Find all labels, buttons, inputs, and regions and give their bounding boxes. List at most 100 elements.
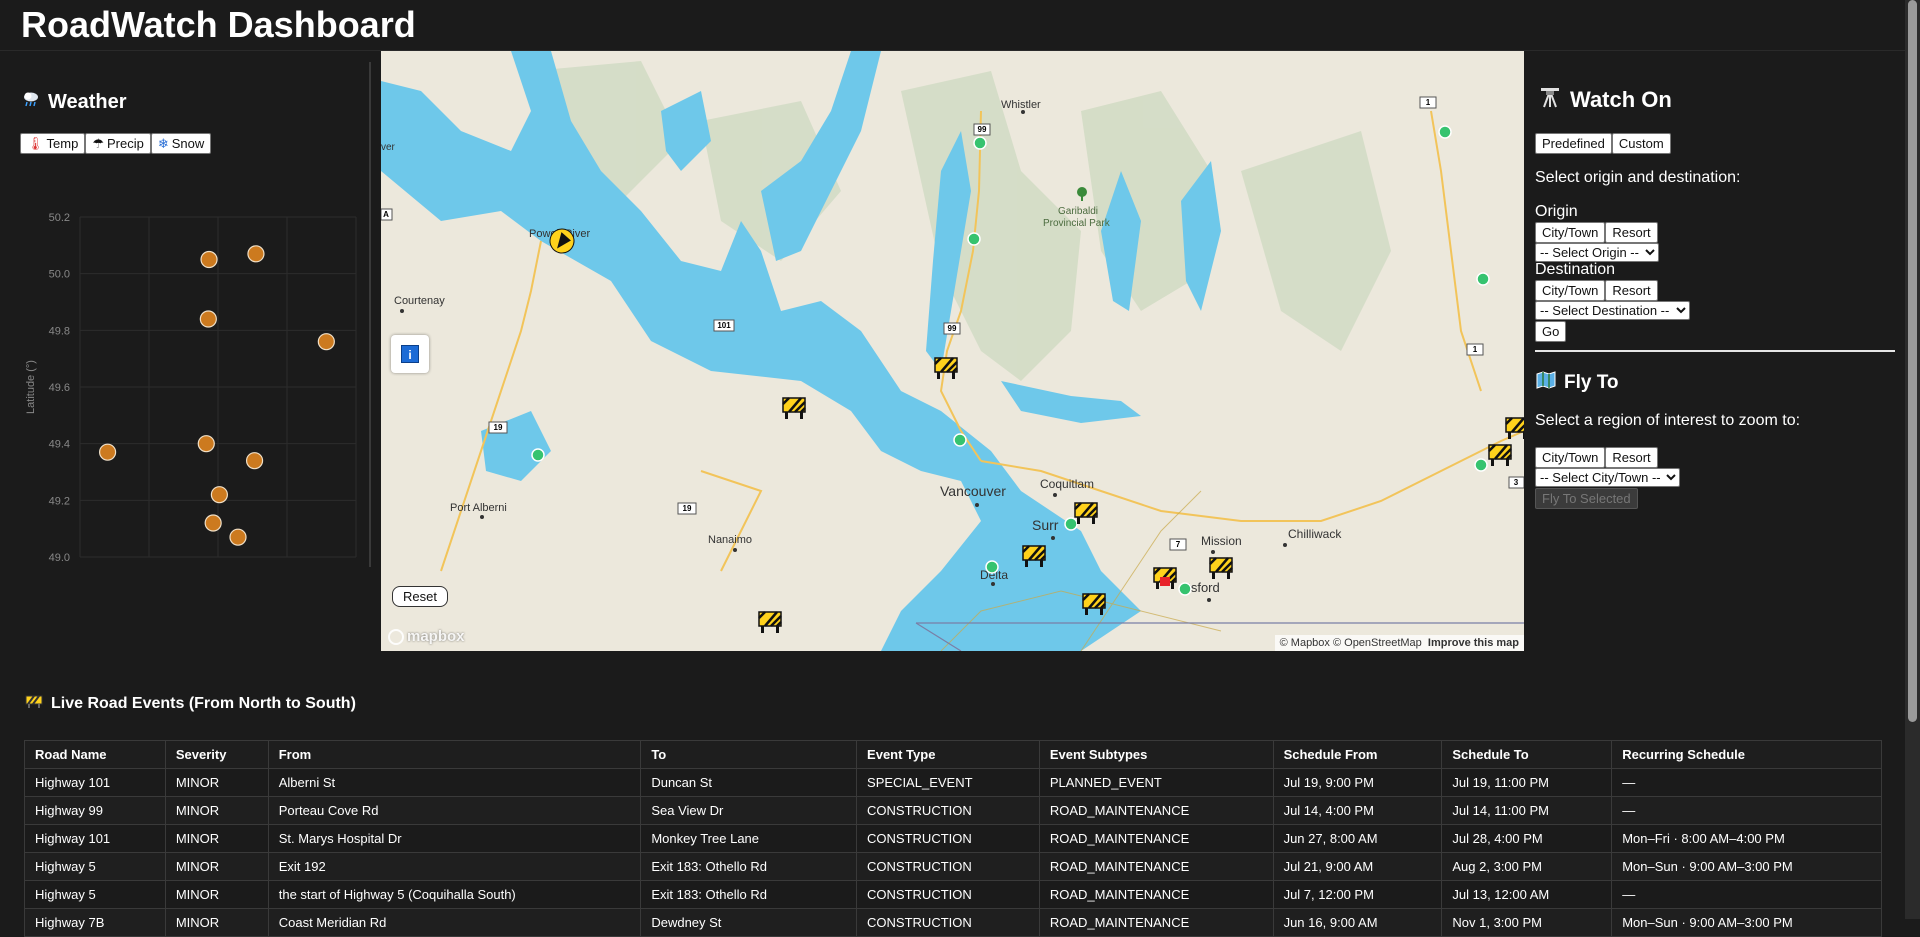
weather-station-point[interactable] — [210, 486, 228, 504]
map[interactable]: Whistler Garibaldi Provincial Park Powel… — [381, 51, 1524, 651]
table-cell: MINOR — [164, 908, 269, 937]
construction-sign-icon — [25, 693, 43, 714]
table-cell: MINOR — [164, 824, 269, 853]
weather-station-point[interactable] — [229, 528, 247, 546]
webcam-marker[interactable] — [1474, 458, 1488, 472]
webcam-marker[interactable] — [1476, 272, 1490, 286]
webcam-marker[interactable] — [1064, 517, 1078, 531]
webcam-marker[interactable] — [1438, 125, 1452, 139]
shield-edge: A — [381, 208, 393, 221]
fly-to-selected-button[interactable]: Fly To Selected — [1535, 488, 1638, 509]
table-cell: Jul 14, 11:00 PM — [1441, 796, 1613, 825]
table-cell: Coast Meridian Rd — [267, 908, 642, 937]
svg-text:3: 3 — [1514, 478, 1519, 487]
origin-resort-button[interactable]: Resort — [1605, 222, 1658, 243]
table-row: Highway 101 MINOR Alberni St Duncan St SPECI… — [24, 768, 1882, 797]
place-port-alberni: Port Alberni — [450, 502, 507, 514]
weather-station-point[interactable] — [245, 452, 264, 470]
origin-city-button[interactable]: City/Town — [1535, 222, 1606, 243]
destination-label: Destination — [1535, 261, 1616, 278]
weather-station-point[interactable] — [200, 250, 218, 269]
fly-type-buttons: City/Town Resort — [1535, 447, 1658, 468]
weather-scatter-chart: -125 -124 -123 -122 -121 49.0 49.2 49.4 49.6 49.8… — [25, 212, 365, 567]
table-cell: Jul 28, 4:00 PM — [1441, 824, 1613, 853]
table-cell: Highway 99 — [24, 796, 166, 825]
place-garibaldi: Garibaldi — [1058, 206, 1098, 217]
destination-city-button[interactable]: City/Town — [1535, 280, 1606, 301]
shield-3: 3 — [1508, 476, 1524, 489]
x-tick-label: -121 — [345, 566, 365, 567]
y-tick-label: 50.2 — [49, 212, 70, 224]
map-canvas[interactable]: Whistler Garibaldi Provincial Park Powel… — [381, 51, 1524, 651]
go-button[interactable]: Go — [1535, 321, 1567, 342]
table-cell: Jul 21, 9:00 AM — [1272, 852, 1443, 881]
weather-station-point[interactable] — [317, 333, 335, 351]
incident-marker[interactable] — [1152, 566, 1178, 591]
map-icon — [1536, 370, 1556, 396]
column-header: Event Type — [856, 740, 1040, 769]
place-mission: Mission — [1201, 534, 1242, 548]
weather-station-point[interactable] — [199, 310, 217, 328]
destination-type-buttons: City/Town Resort — [1535, 280, 1658, 301]
table-cell: PLANNED_EVENT — [1038, 768, 1274, 797]
improve-map-link[interactable]: Improve this map — [1428, 637, 1519, 649]
webcam-marker[interactable] — [973, 136, 987, 150]
webcam-marker[interactable] — [985, 560, 999, 574]
column-header: Schedule From — [1272, 740, 1443, 769]
webcam-marker[interactable] — [1178, 582, 1192, 596]
shield-19-b: 19 — [677, 502, 697, 515]
column-header: Recurring Schedule — [1611, 740, 1882, 769]
umbrella-icon: ☂ — [92, 136, 104, 151]
webcam-marker[interactable] — [531, 448, 545, 462]
weather-station-point[interactable] — [204, 514, 222, 532]
shield-99-north: 99 — [973, 123, 991, 136]
weather-panel: Weather 🌡Temp ☂Precip ❄Snow -125 -124 -123… — [0, 52, 372, 567]
fly-select[interactable]: -- Select City/Town -- — [1535, 468, 1680, 487]
destination-resort-button[interactable]: Resort — [1605, 280, 1658, 301]
weather-station-point[interactable] — [98, 443, 117, 461]
fly-city-button[interactable]: City/Town — [1535, 447, 1606, 468]
webcam-marker[interactable] — [953, 433, 967, 447]
fly-resort-button[interactable]: Resort — [1605, 447, 1658, 468]
scrollbar-thumb[interactable] — [1908, 0, 1917, 722]
table-cell: Jun 16, 9:00 AM — [1272, 908, 1443, 937]
svg-text:99: 99 — [948, 324, 957, 333]
column-header: Schedule To — [1441, 740, 1613, 769]
place-whistler: Whistler — [1001, 99, 1041, 111]
weather-title-text: Weather — [48, 90, 127, 113]
tab-temp[interactable]: 🌡 Temp — [20, 133, 86, 154]
table-cell: MINOR — [164, 880, 269, 909]
x-tick-label: -125 — [69, 566, 91, 567]
map-reset-button[interactable]: Reset — [392, 586, 448, 607]
table-cell: — — [1611, 768, 1882, 797]
destination-select[interactable]: -- Select Destination -- — [1535, 301, 1690, 320]
place-surrey: Surr — [1032, 517, 1059, 533]
thermometer-icon: 🌡 — [27, 136, 44, 151]
panel-divider — [369, 62, 371, 567]
column-header: From — [267, 740, 642, 769]
y-tick-label: 49.4 — [49, 439, 70, 451]
place-garibaldi-park: Provincial Park — [1043, 218, 1111, 229]
predefined-button[interactable]: Predefined — [1535, 133, 1612, 154]
tab-precip[interactable]: ☂ Precip — [85, 133, 151, 154]
map-info-button[interactable]: i — [391, 335, 429, 373]
page-scrollbar[interactable] — [1905, 0, 1920, 919]
weather-tabs: 🌡 Temp ☂ Precip ❄ Snow — [20, 133, 212, 154]
y-tick-label: 49.2 — [49, 495, 70, 507]
shield-19-a: 19 — [488, 421, 508, 434]
watch-title: Watch On — [1538, 85, 1672, 115]
table-cell: ROAD_MAINTENANCE — [1038, 796, 1274, 825]
weather-station-point[interactable] — [197, 435, 215, 453]
fly-title-text: Fly To — [1564, 372, 1619, 393]
x-tick-label: -123 — [207, 566, 229, 567]
custom-button[interactable]: Custom — [1611, 133, 1671, 154]
x-tick-label: -124 — [138, 566, 160, 567]
svg-text:A: A — [383, 210, 389, 219]
table-cell: Highway 101 — [24, 768, 166, 797]
table-cell: St. Marys Hospital Dr — [267, 824, 642, 853]
weather-station-point[interactable] — [247, 245, 265, 263]
svg-text:1: 1 — [1473, 345, 1478, 354]
origin-select[interactable]: -- Select Origin -- — [1535, 243, 1659, 262]
webcam-marker[interactable] — [967, 232, 981, 246]
tab-snow[interactable]: ❄ Snow — [150, 133, 212, 154]
